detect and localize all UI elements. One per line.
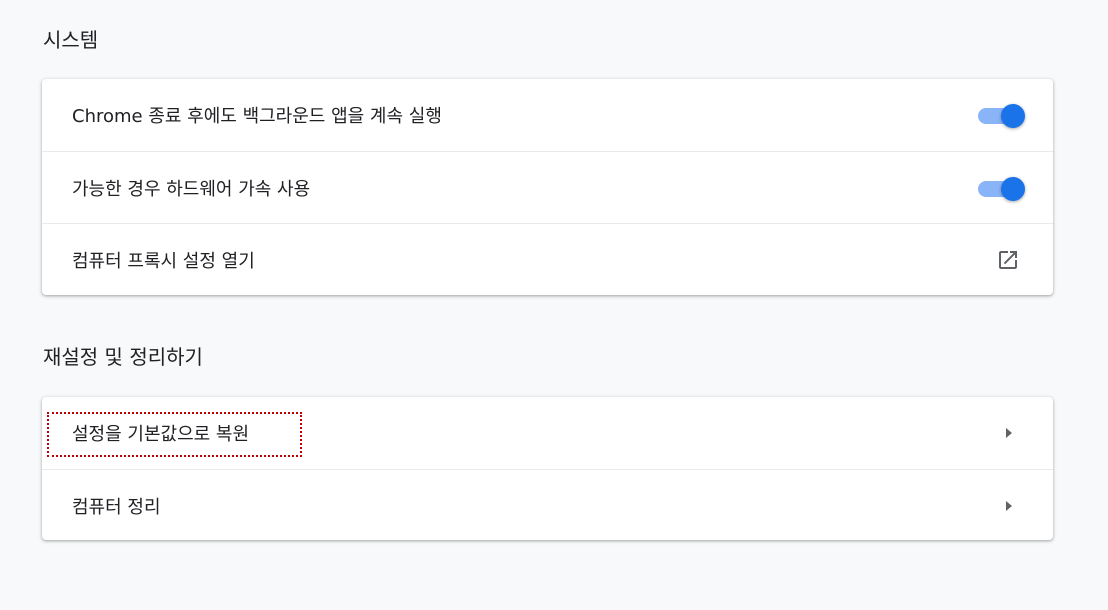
hardware-acceleration-toggle[interactable] — [977, 176, 1025, 201]
reset-card: 설정을 기본값으로 복원 컴퓨터 정리 — [42, 397, 1053, 540]
background-apps-label: Chrome 종료 후에도 백그라운드 앱을 계속 실행 — [72, 106, 442, 127]
row-restore-defaults[interactable]: 설정을 기본값으로 복원 — [42, 397, 1053, 469]
settings-page: 시스템 Chrome 종료 후에도 백그라운드 앱을 계속 실행 가능한 경우 … — [0, 0, 1108, 610]
toggle-knob — [1001, 104, 1025, 128]
proxy-settings-label: 컴퓨터 프록시 설정 열기 — [72, 250, 255, 272]
hardware-acceleration-label: 가능한 경우 하드웨어 가속 사용 — [72, 178, 311, 200]
background-apps-toggle[interactable] — [977, 103, 1025, 128]
toggle-knob — [1001, 176, 1025, 201]
row-cleanup-computer[interactable]: 컴퓨터 정리 — [42, 469, 1053, 541]
arrow-right-icon[interactable] — [999, 496, 1019, 516]
open-in-new-icon[interactable] — [995, 247, 1021, 273]
system-card: Chrome 종료 후에도 백그라운드 앱을 계속 실행 가능한 경우 하드웨어… — [42, 79, 1053, 295]
cleanup-computer-label: 컴퓨터 정리 — [72, 496, 161, 518]
section-title-system: 시스템 — [43, 28, 99, 52]
restore-defaults-label: 설정을 기본값으로 복원 — [72, 424, 250, 445]
row-proxy-settings[interactable]: 컴퓨터 프록시 설정 열기 — [42, 223, 1053, 295]
row-hardware-acceleration[interactable]: 가능한 경우 하드웨어 가속 사용 — [42, 151, 1053, 223]
arrow-right-icon[interactable] — [999, 423, 1019, 443]
row-background-apps[interactable]: Chrome 종료 후에도 백그라운드 앱을 계속 실행 — [42, 79, 1053, 151]
section-title-reset: 재설정 및 정리하기 — [43, 345, 203, 369]
